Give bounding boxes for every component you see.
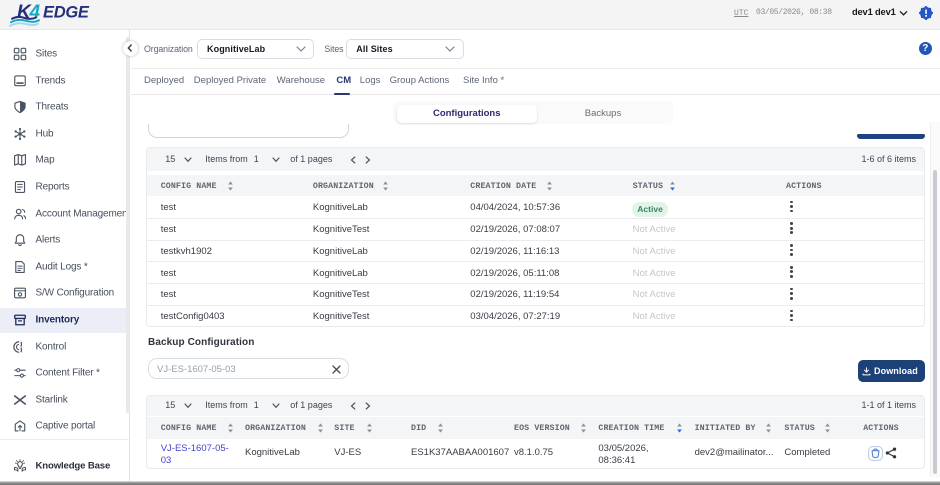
svg-text:EDGE: EDGE [43, 4, 90, 22]
